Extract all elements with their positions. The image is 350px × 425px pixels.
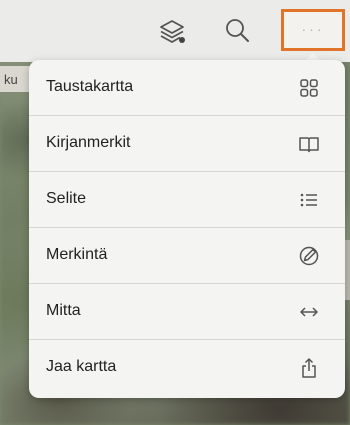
menu-item-selite[interactable]: Selite: [29, 172, 345, 228]
overflow-menu: Taustakartta Kirjanmerkit Selite Merkint…: [29, 60, 345, 398]
top-toolbar: ···: [0, 0, 350, 62]
menu-item-label: Taustakartta: [46, 78, 134, 95]
share-icon: [297, 356, 321, 380]
legend-list-icon: [297, 188, 321, 212]
layers-icon[interactable]: [157, 16, 187, 46]
search-icon[interactable]: [222, 16, 252, 46]
menu-item-label: Jaa kartta: [46, 358, 117, 375]
menu-item-label: Mitta: [46, 302, 81, 319]
measure-arrows-icon: [297, 300, 321, 324]
basemap-grid-icon: [297, 76, 321, 100]
menu-item-label: Kirjanmerkit: [46, 134, 131, 151]
more-icon: ···: [301, 21, 325, 37]
menu-item-label: Merkintä: [46, 246, 108, 263]
more-button[interactable]: ···: [281, 9, 345, 51]
menu-item-label: Selite: [46, 190, 87, 207]
bookmarks-book-icon: [297, 132, 321, 156]
menu-item-mitta[interactable]: Mitta: [29, 284, 345, 340]
menu-item-jaa-kartta[interactable]: Jaa kartta: [29, 340, 345, 396]
menu-item-kirjanmerkit[interactable]: Kirjanmerkit: [29, 116, 345, 172]
menu-item-merkinta[interactable]: Merkintä: [29, 228, 345, 284]
markup-pencil-icon: [297, 244, 321, 268]
menu-item-taustakartta[interactable]: Taustakartta: [29, 60, 345, 116]
map-label-text: ku: [4, 72, 18, 87]
